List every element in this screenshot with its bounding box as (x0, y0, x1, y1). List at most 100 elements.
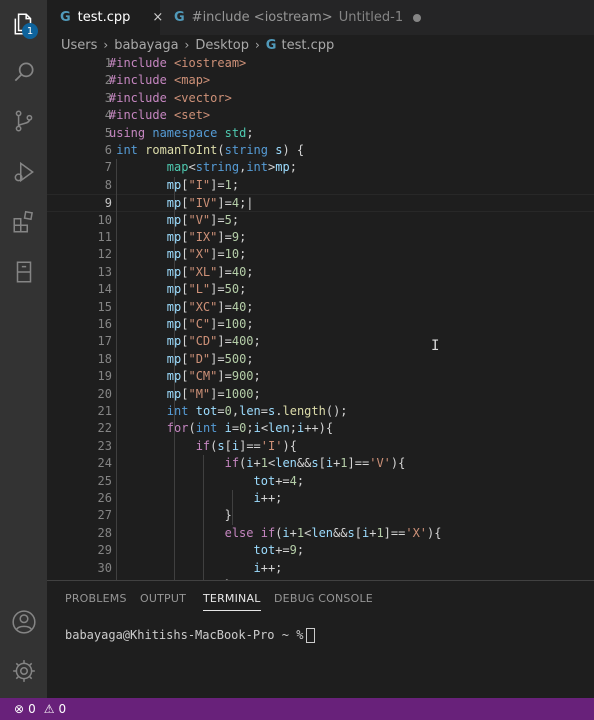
line-number: 24 (97, 456, 112, 471)
error-icon[interactable]: ⊗ (14, 702, 24, 716)
code-token: int (246, 160, 268, 175)
code-line[interactable]: 2 #include <map> (47, 72, 594, 89)
code-line[interactable]: 3 #include <vector> (47, 90, 594, 107)
code-line[interactable]: 25 tot+=4; (47, 473, 594, 490)
code-line[interactable]: 18 mp["D"]=500; (47, 351, 594, 368)
code-line[interactable]: 20 mp["M"]=1000; (47, 386, 594, 403)
breadcrumb-item[interactable]: babayaga (114, 38, 178, 53)
warning-count[interactable]: 0 (58, 702, 66, 716)
account-icon[interactable] (0, 600, 47, 644)
panel-tab-terminal[interactable]: TERMINAL (203, 592, 261, 611)
code-token: ) { (282, 143, 305, 157)
code-token: "XL" (188, 264, 218, 279)
code-line[interactable]: 12 mp["X"]=10; (47, 246, 594, 263)
code-token: s (347, 525, 355, 540)
code-token: tot (253, 473, 276, 488)
extensions-icon[interactable] (0, 200, 47, 244)
breadcrumb-item[interactable]: Desktop (195, 38, 249, 53)
code-line[interactable]: 9 mp["IV"]=4;| (47, 194, 594, 212)
code-token: ]= (217, 369, 232, 384)
code-text: if(s[i]=='I'){ (109, 438, 297, 455)
code-token: ; (246, 299, 254, 314)
breadcrumb-item[interactable]: Users (61, 38, 97, 53)
settings-gear-icon[interactable] (0, 649, 47, 693)
code-line[interactable]: 28 else if(i+1<len&&s[i+1]=='X'){ (47, 525, 594, 542)
code-token: ]= (210, 317, 225, 331)
code-text: map<string,int>mp; (109, 159, 297, 176)
line-number: 11 (97, 230, 112, 244)
code-token: 1 (224, 177, 232, 192)
code-line[interactable]: 26 i++; (47, 490, 594, 507)
code-line[interactable]: 15 mp["XC"]=40; (47, 299, 594, 316)
line-number: 25 (97, 473, 112, 488)
code-token: += (275, 543, 290, 558)
code-line[interactable]: 23 if(s[i]=='I'){ (47, 438, 594, 455)
code-editor[interactable]: 1 #include <iostream> 2 #include <map> 3 #inc… (47, 55, 594, 580)
code-token: 400 (231, 334, 254, 349)
code-token: < (188, 160, 196, 175)
code-line[interactable]: 21 int tot=0,len=s.length(); (47, 403, 594, 420)
code-token: ]= (217, 196, 232, 211)
code-token: 1 (376, 525, 384, 540)
tab-untitled-1[interactable]: G #include <iostream> Untitled-1 (160, 0, 422, 35)
activity-bar: 1 (0, 0, 47, 698)
code-token: 10 (224, 247, 240, 262)
code-line[interactable]: 4 #include <set> (47, 107, 594, 124)
code-token: len (311, 525, 334, 540)
code-text: tot+=9; (109, 542, 305, 559)
code-line[interactable]: 16 mp["C"]=100; (47, 316, 594, 333)
code-token: 40 (231, 264, 247, 279)
code-token: } (224, 508, 232, 523)
line-number: 1 (104, 56, 112, 70)
tab-test-cpp[interactable]: G test.cpp × (47, 0, 163, 35)
terminal-output[interactable]: babayaga@Khitishs-MacBook-Pro ~ % (65, 628, 316, 643)
panel-tab-debug-console[interactable]: DEBUG CONSOLE (274, 592, 373, 605)
explorer-icon[interactable] (0, 2, 47, 46)
code-token: i (253, 421, 261, 436)
line-number: 15 (97, 299, 112, 314)
panel-tab-output[interactable]: OUTPUT (140, 592, 186, 605)
code-line[interactable]: 24 if(i+1<len&&s[i+1]=='V'){ (47, 455, 594, 472)
indent-guide (173, 176, 175, 580)
code-token: "CD" (188, 334, 218, 349)
code-line[interactable]: 13 mp["XL"]=40; (47, 264, 594, 281)
code-text: mp["IV"]=4;| (109, 195, 254, 212)
bottom-panel: PROBLEMS OUTPUT TERMINAL DEBUG CONSOLE b… (47, 580, 594, 699)
code-line[interactable]: 30 i++; (47, 560, 594, 577)
code-line[interactable]: 22 for(int i=0;i<len;i++){ (47, 420, 594, 437)
line-number: 3 (104, 90, 112, 105)
code-line[interactable]: 1 #include <iostream> (47, 55, 594, 72)
code-line[interactable]: 14 mp["L"]=50; (47, 281, 594, 298)
code-line[interactable]: 5 using namespace std; (47, 125, 594, 142)
code-line[interactable]: 17 mp["CD"]=400; (47, 333, 594, 350)
code-token: i (224, 421, 232, 436)
panel-tab-problems[interactable]: PROBLEMS (65, 592, 127, 605)
code-line[interactable]: 10 mp["V"]=5; (47, 212, 594, 229)
code-line[interactable]: 27 } (47, 507, 594, 524)
line-number: 2 (104, 73, 112, 88)
remote-explorer-icon[interactable] (0, 250, 47, 294)
error-count[interactable]: 0 (28, 702, 36, 716)
code-token: 1 (260, 456, 268, 471)
code-token: len (239, 404, 261, 418)
code-line[interactable]: 6 int romanToInt(string s) { (47, 142, 594, 159)
code-text: i++; (109, 560, 283, 577)
unsaved-dot-icon[interactable] (413, 13, 422, 22)
warning-icon[interactable]: ⚠ (44, 702, 55, 716)
breadcrumb-item[interactable]: test.cpp (281, 38, 334, 53)
code-token: length (282, 404, 326, 418)
code-text: } (109, 507, 232, 524)
code-line[interactable]: 7 map<string,int>mp; (47, 159, 594, 176)
source-control-icon[interactable] (0, 99, 47, 143)
code-line[interactable]: 8 mp["I"]=1; (47, 177, 594, 194)
code-line[interactable]: 29 tot+=9; (47, 542, 594, 559)
line-number: 16 (97, 317, 112, 331)
code-line[interactable]: 11 mp["IX"]=9; (47, 229, 594, 246)
code-token: <set> (174, 108, 211, 123)
code-line[interactable]: 19 mp["CM"]=900; (47, 368, 594, 385)
search-icon[interactable] (0, 50, 47, 94)
run-debug-icon[interactable] (0, 150, 47, 194)
